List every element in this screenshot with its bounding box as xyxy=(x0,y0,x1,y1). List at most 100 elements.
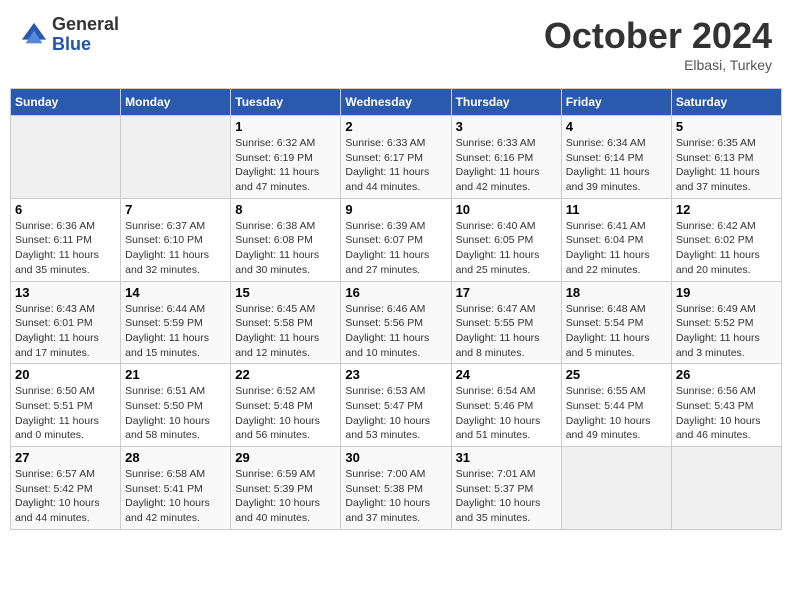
calendar-day-cell: 10 Sunrise: 6:40 AMSunset: 6:05 PMDayligh… xyxy=(451,198,561,281)
day-of-week-header: Saturday xyxy=(671,89,781,116)
day-info: Sunrise: 6:32 AMSunset: 6:19 PMDaylight:… xyxy=(235,136,336,195)
day-number: 27 xyxy=(15,450,116,465)
calendar-week-row: 1 Sunrise: 6:32 AMSunset: 6:19 PMDaylight… xyxy=(11,116,782,199)
day-info: Sunrise: 6:33 AMSunset: 6:16 PMDaylight:… xyxy=(456,136,557,195)
day-number: 12 xyxy=(676,202,777,217)
calendar-day-cell: 1 Sunrise: 6:32 AMSunset: 6:19 PMDaylight… xyxy=(231,116,341,199)
calendar-day-cell: 21 Sunrise: 6:51 AMSunset: 5:50 PMDayligh… xyxy=(121,364,231,447)
day-number: 10 xyxy=(456,202,557,217)
calendar-day-cell: 17Sunrise: 6:47 AMSunset: 5:55 PMDayligh… xyxy=(451,281,561,364)
calendar-day-cell: 27 Sunrise: 6:57 AMSunset: 5:42 PMDayligh… xyxy=(11,447,121,530)
day-info: Sunrise: 6:59 AMSunset: 5:39 PMDaylight:… xyxy=(235,467,336,526)
day-number: 15 xyxy=(235,285,336,300)
calendar-day-cell: 15Sunrise: 6:45 AMSunset: 5:58 PMDayligh… xyxy=(231,281,341,364)
day-number: 23 xyxy=(345,367,446,382)
calendar-header-row: SundayMondayTuesdayWednesdayThursdayFrid… xyxy=(11,89,782,116)
day-info: Sunrise: 6:56 AMSunset: 5:43 PMDaylight:… xyxy=(676,384,777,443)
calendar-day-cell: 2 Sunrise: 6:33 AMSunset: 6:17 PMDaylight… xyxy=(341,116,451,199)
day-info: Sunrise: 7:01 AMSunset: 5:37 PMDaylight:… xyxy=(456,467,557,526)
title-area: October 2024 Elbasi, Turkey xyxy=(544,15,772,73)
calendar-day-cell xyxy=(561,447,671,530)
logo: General Blue xyxy=(20,15,119,55)
calendar-day-cell: 8Sunrise: 6:38 AMSunset: 6:08 PMDaylight… xyxy=(231,198,341,281)
calendar-day-cell: 11Sunrise: 6:41 AMSunset: 6:04 PMDayligh… xyxy=(561,198,671,281)
calendar-day-cell: 6 Sunrise: 6:36 AMSunset: 6:11 PMDaylight… xyxy=(11,198,121,281)
calendar-day-cell: 29Sunrise: 6:59 AMSunset: 5:39 PMDayligh… xyxy=(231,447,341,530)
day-number: 6 xyxy=(15,202,116,217)
calendar-day-cell: 28 Sunrise: 6:58 AMSunset: 5:41 PMDayligh… xyxy=(121,447,231,530)
calendar-day-cell: 19 Sunrise: 6:49 AMSunset: 5:52 PMDayligh… xyxy=(671,281,781,364)
day-number: 26 xyxy=(676,367,777,382)
calendar-day-cell xyxy=(671,447,781,530)
day-number: 30 xyxy=(345,450,446,465)
day-info: Sunrise: 6:58 AMSunset: 5:41 PMDaylight:… xyxy=(125,467,226,526)
page-header: General Blue October 2024 Elbasi, Turkey xyxy=(10,10,782,78)
month-title: October 2024 xyxy=(544,15,772,57)
calendar-day-cell: 16 Sunrise: 6:46 AMSunset: 5:56 PMDayligh… xyxy=(341,281,451,364)
day-number: 2 xyxy=(345,119,446,134)
day-info: Sunrise: 6:40 AMSunset: 6:05 PMDaylight:… xyxy=(456,219,557,278)
day-number: 22 xyxy=(235,367,336,382)
logo-icon xyxy=(20,21,48,49)
calendar-week-row: 20 Sunrise: 6:50 AMSunset: 5:51 PMDayligh… xyxy=(11,364,782,447)
day-number: 3 xyxy=(456,119,557,134)
day-number: 31 xyxy=(456,450,557,465)
day-number: 1 xyxy=(235,119,336,134)
day-number: 9 xyxy=(345,202,446,217)
day-number: 24 xyxy=(456,367,557,382)
day-info: Sunrise: 6:46 AMSunset: 5:56 PMDaylight:… xyxy=(345,302,446,361)
day-info: Sunrise: 6:48 AMSunset: 5:54 PMDaylight:… xyxy=(566,302,667,361)
day-number: 28 xyxy=(125,450,226,465)
day-number: 5 xyxy=(676,119,777,134)
calendar-day-cell: 9 Sunrise: 6:39 AMSunset: 6:07 PMDaylight… xyxy=(341,198,451,281)
calendar-day-cell: 18Sunrise: 6:48 AMSunset: 5:54 PMDayligh… xyxy=(561,281,671,364)
day-info: Sunrise: 6:33 AMSunset: 6:17 PMDaylight:… xyxy=(345,136,446,195)
calendar-day-cell: 22 Sunrise: 6:52 AMSunset: 5:48 PMDayligh… xyxy=(231,364,341,447)
day-number: 14 xyxy=(125,285,226,300)
day-info: Sunrise: 6:34 AMSunset: 6:14 PMDaylight:… xyxy=(566,136,667,195)
calendar-week-row: 13 Sunrise: 6:43 AMSunset: 6:01 PMDayligh… xyxy=(11,281,782,364)
calendar-day-cell: 7 Sunrise: 6:37 AMSunset: 6:10 PMDaylight… xyxy=(121,198,231,281)
logo-blue-text: Blue xyxy=(52,35,119,55)
day-info: Sunrise: 6:50 AMSunset: 5:51 PMDaylight:… xyxy=(15,384,116,443)
day-info: Sunrise: 6:39 AMSunset: 6:07 PMDaylight:… xyxy=(345,219,446,278)
day-info: Sunrise: 6:36 AMSunset: 6:11 PMDaylight:… xyxy=(15,219,116,278)
calendar-day-cell: 12 Sunrise: 6:42 AMSunset: 6:02 PMDayligh… xyxy=(671,198,781,281)
logo-text: General Blue xyxy=(52,15,119,55)
day-number: 20 xyxy=(15,367,116,382)
day-info: Sunrise: 6:41 AMSunset: 6:04 PMDaylight:… xyxy=(566,219,667,278)
day-info: Sunrise: 6:37 AMSunset: 6:10 PMDaylight:… xyxy=(125,219,226,278)
logo-general-text: General xyxy=(52,15,119,35)
calendar-day-cell: 3 Sunrise: 6:33 AMSunset: 6:16 PMDaylight… xyxy=(451,116,561,199)
day-info: Sunrise: 6:42 AMSunset: 6:02 PMDaylight:… xyxy=(676,219,777,278)
day-info: Sunrise: 6:54 AMSunset: 5:46 PMDaylight:… xyxy=(456,384,557,443)
calendar-day-cell: 5Sunrise: 6:35 AMSunset: 6:13 PMDaylight… xyxy=(671,116,781,199)
day-info: Sunrise: 6:43 AMSunset: 6:01 PMDaylight:… xyxy=(15,302,116,361)
calendar-day-cell: 25 Sunrise: 6:55 AMSunset: 5:44 PMDayligh… xyxy=(561,364,671,447)
day-of-week-header: Sunday xyxy=(11,89,121,116)
calendar-day-cell: 4 Sunrise: 6:34 AMSunset: 6:14 PMDaylight… xyxy=(561,116,671,199)
calendar-day-cell xyxy=(121,116,231,199)
day-number: 8 xyxy=(235,202,336,217)
day-number: 21 xyxy=(125,367,226,382)
day-number: 16 xyxy=(345,285,446,300)
day-number: 25 xyxy=(566,367,667,382)
day-of-week-header: Friday xyxy=(561,89,671,116)
calendar-day-cell: 30Sunrise: 7:00 AMSunset: 5:38 PMDayligh… xyxy=(341,447,451,530)
location-subtitle: Elbasi, Turkey xyxy=(544,57,772,73)
day-info: Sunrise: 6:51 AMSunset: 5:50 PMDaylight:… xyxy=(125,384,226,443)
day-number: 13 xyxy=(15,285,116,300)
calendar-week-row: 27 Sunrise: 6:57 AMSunset: 5:42 PMDayligh… xyxy=(11,447,782,530)
calendar-day-cell: 23Sunrise: 6:53 AMSunset: 5:47 PMDayligh… xyxy=(341,364,451,447)
day-number: 19 xyxy=(676,285,777,300)
day-info: Sunrise: 6:52 AMSunset: 5:48 PMDaylight:… xyxy=(235,384,336,443)
day-info: Sunrise: 6:57 AMSunset: 5:42 PMDaylight:… xyxy=(15,467,116,526)
day-info: Sunrise: 6:49 AMSunset: 5:52 PMDaylight:… xyxy=(676,302,777,361)
day-of-week-header: Thursday xyxy=(451,89,561,116)
day-of-week-header: Wednesday xyxy=(341,89,451,116)
day-info: Sunrise: 6:55 AMSunset: 5:44 PMDaylight:… xyxy=(566,384,667,443)
calendar-day-cell: 14Sunrise: 6:44 AMSunset: 5:59 PMDayligh… xyxy=(121,281,231,364)
day-number: 4 xyxy=(566,119,667,134)
calendar-day-cell: 26 Sunrise: 6:56 AMSunset: 5:43 PMDayligh… xyxy=(671,364,781,447)
day-number: 7 xyxy=(125,202,226,217)
